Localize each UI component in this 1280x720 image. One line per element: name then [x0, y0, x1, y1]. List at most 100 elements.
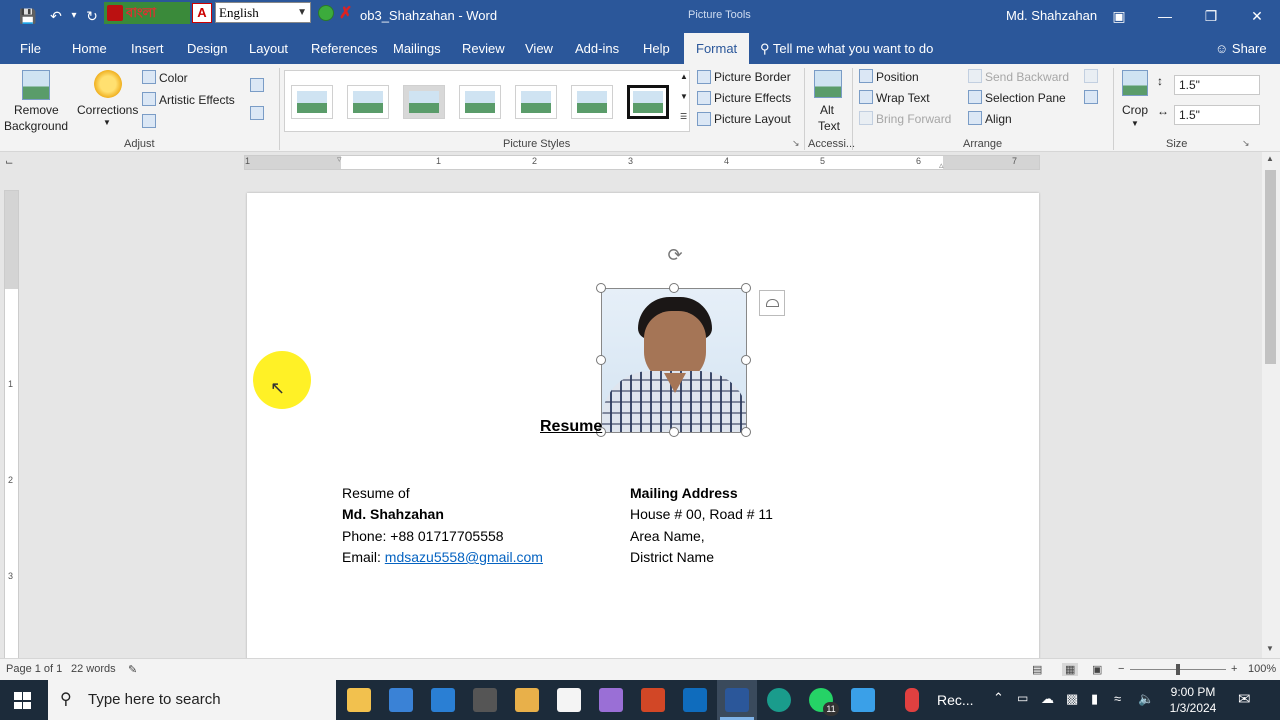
word-taskbar-button[interactable] — [717, 680, 757, 720]
style-thumb[interactable] — [515, 85, 557, 119]
alt-text-label-2[interactable]: Text — [818, 119, 840, 133]
resize-handle[interactable] — [596, 355, 606, 365]
transparency-icon[interactable] — [142, 114, 156, 128]
gallery-down-icon[interactable]: ▼ — [680, 92, 688, 101]
zoom-in-icon[interactable]: + — [1231, 663, 1237, 675]
read-mode-icon[interactable]: ▤ — [1032, 663, 1042, 676]
picture-layout-button[interactable]: Picture Layout — [714, 112, 791, 126]
network-icon[interactable]: ▩ — [1066, 691, 1078, 707]
onedrive-icon[interactable]: ☁ — [1041, 691, 1054, 707]
zoom-out-icon[interactable]: − — [1118, 663, 1124, 675]
tab-file[interactable]: File — [20, 33, 41, 64]
photos-icon[interactable] — [851, 688, 875, 712]
tab-format[interactable]: Format — [684, 33, 750, 64]
right-indent-icon[interactable]: ▵ — [939, 160, 944, 171]
send-backward-button[interactable]: Send Backward — [985, 70, 1069, 84]
share-button[interactable]: ☺ Share — [1215, 33, 1267, 64]
selection-pane-button[interactable]: Selection Pane — [985, 91, 1066, 105]
language-select[interactable]: English ▼ — [215, 2, 311, 23]
mail-icon[interactable] — [431, 688, 455, 712]
compress-pictures-icon[interactable] — [250, 78, 264, 92]
profile-photo[interactable] — [601, 288, 747, 433]
ribbon-display-icon[interactable]: ▣ — [1096, 0, 1142, 33]
tab-home[interactable]: Home — [72, 33, 107, 64]
notepad-icon[interactable] — [557, 688, 581, 712]
red-close-icon[interactable]: ✗ — [339, 3, 352, 23]
powerpoint-icon[interactable] — [641, 688, 665, 712]
align-button[interactable]: Align — [985, 112, 1012, 126]
store-icon[interactable] — [389, 688, 413, 712]
scrollbar-thumb[interactable] — [1265, 170, 1276, 364]
horizontal-ruler[interactable]: 1 1 2 3 4 5 6 7 ▿ ▵ — [244, 154, 1040, 171]
change-picture-icon[interactable] — [250, 106, 264, 120]
resize-handle[interactable] — [669, 283, 679, 293]
pen-app-icon[interactable] — [599, 688, 623, 712]
resize-handle[interactable] — [741, 427, 751, 437]
green-status-icon[interactable] — [318, 5, 334, 21]
style-thumb[interactable] — [571, 85, 613, 119]
style-thumb[interactable] — [347, 85, 389, 119]
scroll-down-icon[interactable]: ▼ — [1266, 644, 1274, 653]
save-icon[interactable]: 💾 — [18, 6, 38, 26]
redo-icon[interactable]: ↻ — [82, 6, 102, 26]
adobe-pdf-icon[interactable]: A — [192, 3, 212, 23]
resize-handle[interactable] — [741, 355, 751, 365]
battery-icon[interactable]: ▭ — [1017, 691, 1028, 705]
word-count[interactable]: 22 words — [71, 663, 116, 675]
tab-help[interactable]: Help — [643, 33, 670, 64]
bring-forward-button[interactable]: Bring Forward — [876, 112, 951, 126]
crop-dropdown-icon[interactable]: ▼ — [1131, 119, 1139, 128]
tab-selector-icon[interactable]: ⌙ — [5, 157, 17, 169]
system-clock[interactable]: 9:00 PM 1/3/2024 — [1163, 684, 1223, 716]
page-count[interactable]: Page 1 of 1 — [6, 663, 62, 675]
file-explorer-icon[interactable] — [347, 688, 371, 712]
corrections-dropdown-icon[interactable]: ▼ — [103, 118, 111, 127]
tab-mailings[interactable]: Mailings — [393, 33, 441, 64]
remove-background-label-1[interactable]: Remove — [14, 103, 59, 117]
web-layout-icon[interactable]: ▣ — [1092, 663, 1102, 676]
remove-background-label-2[interactable]: Background — [4, 119, 68, 133]
outlook-icon[interactable] — [683, 688, 707, 712]
usb-icon[interactable]: ▮ — [1091, 691, 1098, 707]
undo-icon[interactable]: ↶ — [46, 6, 66, 26]
gallery-up-icon[interactable]: ▲ — [680, 72, 688, 81]
tab-references[interactable]: References — [311, 33, 377, 64]
tab-layout[interactable]: Layout — [249, 33, 288, 64]
size-dialog-launcher-icon[interactable]: ↘ — [1242, 138, 1250, 149]
picture-border-button[interactable]: Picture Border — [714, 70, 791, 84]
alt-text-label-1[interactable]: Alt — [820, 103, 834, 117]
bangla-keyboard-button[interactable]: বাংলা — [104, 2, 190, 24]
dialog-launcher-icon[interactable]: ↘ — [792, 138, 800, 149]
crop-button[interactable]: Crop — [1122, 103, 1148, 117]
close-icon[interactable]: ✕ — [1234, 0, 1280, 33]
folder-icon[interactable] — [515, 688, 539, 712]
undo-dropdown-icon[interactable]: ▾ — [64, 6, 84, 26]
zoom-level[interactable]: 100% — [1248, 663, 1276, 675]
crop-icon[interactable] — [1122, 70, 1148, 96]
resize-handle[interactable] — [669, 427, 679, 437]
resize-handle[interactable] — [741, 283, 751, 293]
email-link[interactable]: mdsazu5558@gmail.com — [385, 549, 543, 565]
layout-options-icon[interactable] — [759, 290, 785, 316]
remove-background-icon[interactable] — [22, 70, 50, 100]
group-icon[interactable] — [1084, 69, 1098, 83]
print-layout-icon[interactable]: ▦ — [1062, 663, 1079, 676]
rotate-handle-icon[interactable]: ⟳ — [664, 244, 686, 266]
vertical-ruler[interactable]: 1 2 3 — [4, 190, 19, 660]
style-thumb[interactable] — [627, 85, 669, 119]
vertical-scrollbar[interactable]: ▲ ▼ — [1262, 152, 1280, 658]
style-thumb[interactable] — [459, 85, 501, 119]
position-button[interactable]: Position — [876, 70, 919, 84]
tab-review[interactable]: Review — [462, 33, 505, 64]
camera-icon[interactable] — [473, 688, 497, 712]
height-input[interactable]: 1.5" — [1174, 75, 1260, 95]
windows-start-icon[interactable] — [14, 692, 31, 709]
minimize-icon[interactable]: — — [1142, 0, 1188, 33]
picture-effects-button[interactable]: Picture Effects — [714, 91, 791, 105]
indent-marker-icon[interactable]: ▿ — [337, 154, 342, 165]
tab-design[interactable]: Design — [187, 33, 227, 64]
gallery-more-icon[interactable]: ☰ — [680, 112, 687, 121]
tell-me-search[interactable]: ⚲ Tell me what you want to do — [760, 33, 933, 64]
resize-handle[interactable] — [596, 283, 606, 293]
scroll-up-icon[interactable]: ▲ — [1266, 154, 1274, 163]
